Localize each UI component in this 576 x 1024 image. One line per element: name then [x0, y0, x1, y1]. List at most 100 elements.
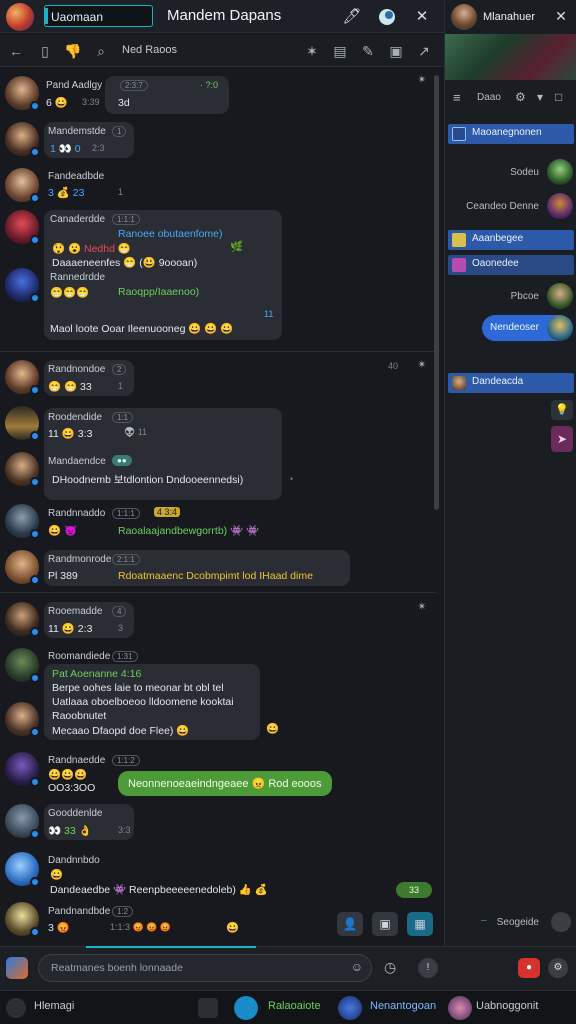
emoji-icon[interactable]: ☺ [351, 960, 363, 974]
apps-icon[interactable] [6, 957, 28, 979]
link-text[interactable]: Raoalaajandbewgorrtb) 👾 👾 [118, 524, 259, 537]
page-title: Mandem Dapans [167, 7, 282, 24]
panel-title: Mlanahuer [483, 11, 535, 23]
link-text[interactable]: Ranoee obutaenfome) [118, 228, 223, 240]
avatar[interactable] [547, 315, 573, 341]
message-list[interactable]: Pand Aadlgy 2:3:7 · ?:0 6 😀 3:39 3d ✴ Ma… [0, 68, 436, 946]
avatar[interactable] [5, 852, 40, 887]
avatar[interactable] [5, 602, 40, 637]
status-badge: 4 3:4 [154, 507, 181, 517]
message-text: 😲 😮 Nedhd 😁 [52, 243, 131, 255]
avatar[interactable] [5, 702, 40, 737]
avatar[interactable] [5, 902, 40, 937]
thumbs-icon[interactable]: 👎 [63, 41, 83, 61]
member-item[interactable]: Aaanbegee [448, 230, 574, 250]
avatar[interactable] [448, 996, 472, 1020]
channel-label: Ned Raoos [122, 44, 178, 56]
reaction-row: 11 😀 2:3 [48, 623, 93, 635]
status-item[interactable]: Nenantogoan [370, 1000, 436, 1012]
chart-icon[interactable]: ↗ [414, 41, 434, 61]
member-item[interactable]: Oaonedee [448, 255, 574, 275]
member-item[interactable]: Ceandeo Denne [445, 193, 576, 221]
message-text: Pl 389 [48, 570, 78, 582]
menu-icon[interactable]: ≡ [453, 90, 461, 105]
search-input[interactable]: Uaomaan [44, 5, 153, 27]
pin-icon[interactable]: ✴ [415, 73, 429, 87]
status-icon[interactable] [377, 7, 397, 27]
camera-button[interactable]: ▣ [372, 912, 398, 936]
member-item[interactable]: Sodeu [445, 159, 576, 187]
banner-image [445, 34, 576, 80]
inbox-icon[interactable]: ▣ [386, 41, 406, 61]
avatar[interactable] [5, 406, 40, 441]
app-icon[interactable] [338, 996, 362, 1020]
avatar[interactable] [5, 804, 40, 839]
scrollbar[interactable] [434, 75, 439, 510]
message-text: Uatlaaa oboelboeoo lldoomene kooktai [52, 696, 234, 708]
tools-label[interactable]: Daao [477, 92, 501, 103]
status-item[interactable]: Hlemagi [34, 1000, 74, 1012]
share-icon[interactable] [198, 998, 218, 1018]
member-item[interactable]: Dandeacda [448, 373, 574, 393]
settings-icon[interactable]: ⚙ [515, 90, 526, 104]
sender-name: Canaderdde [50, 214, 106, 225]
avatar[interactable] [5, 122, 40, 157]
pin-icon[interactable]: ✴ [415, 358, 429, 372]
record-icon[interactable]: ● [518, 958, 540, 978]
pin-icon[interactable]: 🖊 [342, 7, 362, 27]
back-arrow-icon[interactable]: ← [6, 41, 26, 61]
avatar[interactable] [5, 168, 40, 203]
member-item[interactable]: – Seogeide [445, 909, 576, 937]
sender-name: Pand Aadlgy [46, 80, 103, 91]
panel-tools: ≡ Daao ⚙ ▾ □ [445, 84, 576, 112]
sidebar-icon[interactable]: ▯ [35, 41, 55, 61]
screen-share-button[interactable]: ▦ [407, 912, 433, 936]
status-item[interactable]: Ralaoaiote [268, 1000, 321, 1012]
avatar [547, 283, 573, 309]
pin-icon[interactable]: ✴ [415, 600, 429, 614]
message-input[interactable]: Reatmanes boenh lonnaade ☺ [38, 954, 372, 982]
avatar[interactable] [5, 452, 40, 487]
avatar[interactable] [451, 4, 477, 30]
time-pill: 1:1:2 [112, 755, 140, 766]
lightbulb-icon[interactable]: 💡 [551, 400, 573, 420]
status-item[interactable]: Uabnoggonit [476, 1000, 538, 1012]
document-icon[interactable]: ▤ [330, 41, 350, 61]
expand-icon[interactable]: □ [555, 90, 562, 104]
send-icon[interactable]: ➤ [551, 426, 573, 452]
sender-name: Randnaedde [48, 755, 106, 766]
app-icon[interactable] [234, 996, 258, 1020]
avatar[interactable] [5, 210, 40, 245]
settings-icon[interactable]: ⚙ [548, 958, 568, 978]
close-icon[interactable]: ✕ [412, 7, 432, 27]
avatar[interactable] [5, 550, 40, 585]
reaction-row: 😁 😁 33 [48, 381, 92, 393]
avatar[interactable] [5, 76, 40, 111]
avatar[interactable] [5, 648, 40, 683]
search-icon[interactable]: ⌕ [91, 41, 111, 61]
user-button[interactable]: 👤 [337, 912, 363, 936]
alert-icon[interactable]: ! [418, 958, 438, 978]
message-text: Pat Aoenanne 4:16 [52, 668, 142, 680]
link-text[interactable]: Raoqpp/Iaaenoo) [118, 286, 199, 298]
sender-name: Roomandiede [48, 651, 111, 662]
avatar[interactable] [5, 504, 40, 539]
timestamp: 3 [118, 623, 124, 633]
chevron-down-icon[interactable]: ▾ [537, 90, 543, 104]
avatar[interactable] [5, 268, 40, 303]
emoji-icon: 😀 [226, 922, 240, 934]
close-icon[interactable]: ✕ [551, 6, 571, 26]
edit-icon[interactable]: ✎ [358, 41, 378, 61]
timestamp: 1:1:3 😡 😡 😡 [110, 922, 172, 932]
message-text: Maol loote Ooar Ileenuooneg 😀 😀 😀 [50, 323, 234, 335]
reaction-row: 😀 👿 [48, 525, 78, 537]
home-icon[interactable] [6, 998, 26, 1018]
star-icon[interactable]: ✶ [302, 41, 322, 61]
avatar[interactable] [5, 360, 40, 395]
app-avatar[interactable] [6, 3, 34, 31]
avatar[interactable] [5, 752, 40, 787]
member-item-selected[interactable]: Maoanegnonen [448, 124, 574, 144]
clock-icon[interactable]: ◷ [384, 959, 396, 976]
reaction-row: 3 😡 [48, 922, 70, 934]
member-item[interactable]: Pbcoe [445, 283, 576, 311]
